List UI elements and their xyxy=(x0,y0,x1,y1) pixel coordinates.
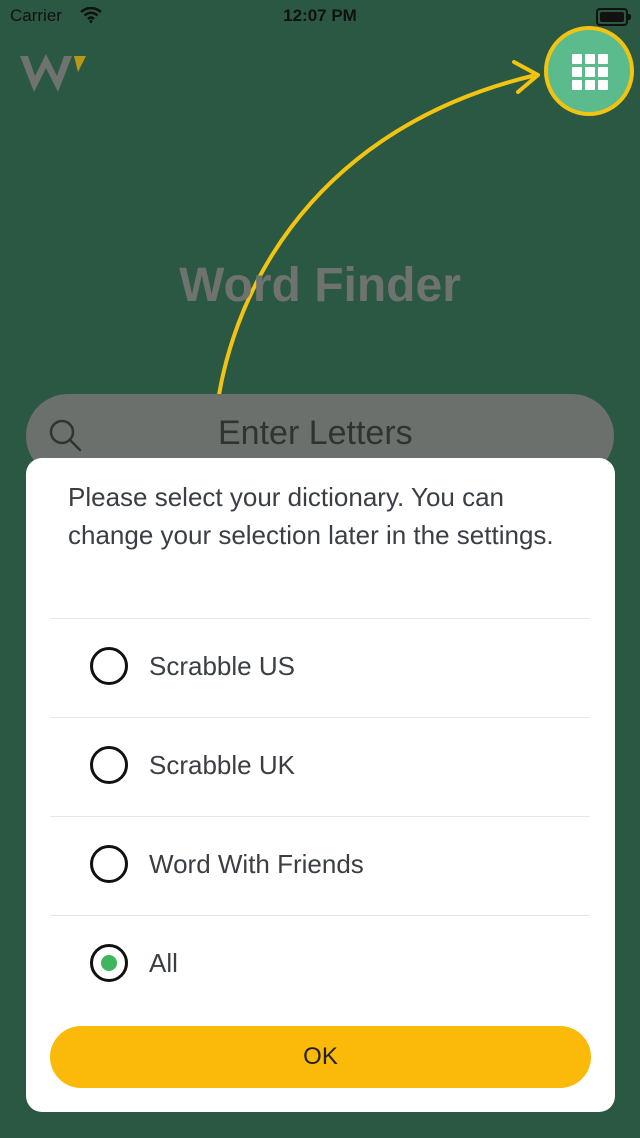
radio-button[interactable] xyxy=(90,845,128,883)
radio-button-selected[interactable] xyxy=(90,944,128,982)
option-label: All xyxy=(149,948,178,978)
radio-button[interactable] xyxy=(90,746,128,784)
search-placeholder: Enter Letters xyxy=(218,414,413,452)
option-word-with-friends[interactable]: Word With Friends xyxy=(50,816,590,915)
ok-button[interactable]: OK xyxy=(50,1026,591,1088)
radio-selected-dot xyxy=(101,955,117,971)
radio-button[interactable] xyxy=(90,647,128,685)
page-title: Word Finder xyxy=(179,259,461,312)
option-label: Word With Friends xyxy=(149,849,364,879)
option-scrabble-us[interactable]: Scrabble US xyxy=(50,618,590,717)
dictionary-dialog: Please select your dictionary. You can c… xyxy=(26,458,615,1112)
search-icon xyxy=(49,419,82,452)
option-scrabble-uk[interactable]: Scrabble UK xyxy=(50,717,590,816)
dialog-message: Please select your dictionary. You can c… xyxy=(68,482,554,550)
option-all[interactable]: All xyxy=(50,915,590,1014)
option-label: Scrabble US xyxy=(149,651,295,681)
option-label: Scrabble UK xyxy=(149,750,295,780)
